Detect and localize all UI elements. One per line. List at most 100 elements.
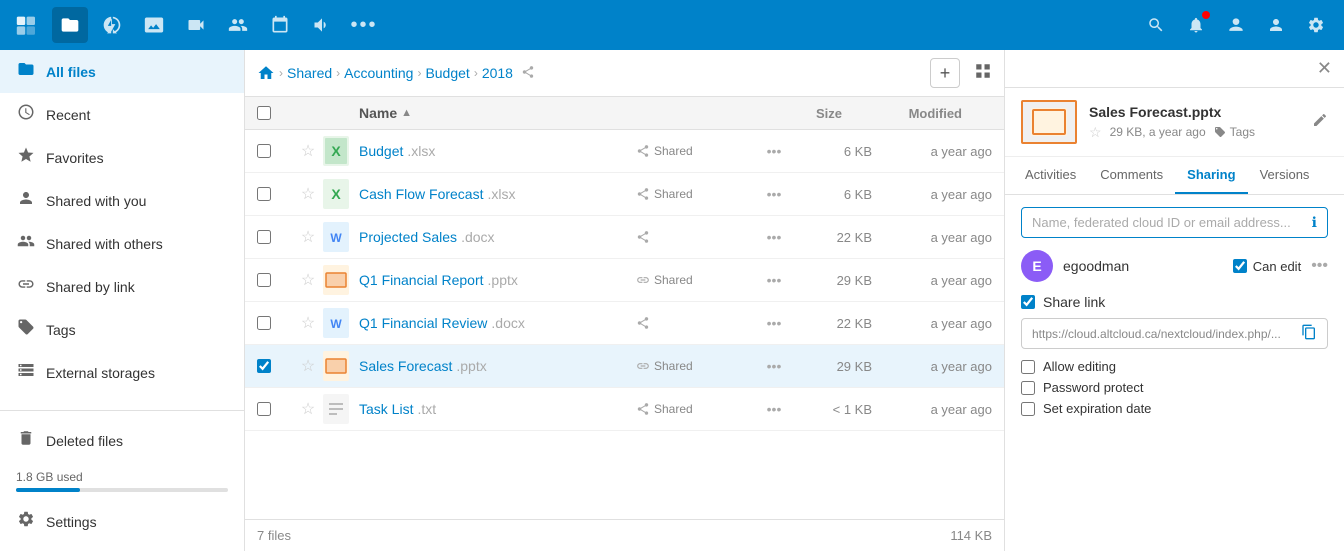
- file-name[interactable]: Sales Forecast.pptx: [359, 358, 636, 374]
- share-link-checkbox[interactable]: [1021, 295, 1035, 309]
- shared-you-icon: [16, 189, 36, 212]
- row-checkbox[interactable]: [257, 402, 293, 416]
- more-actions[interactable]: •••: [756, 143, 792, 159]
- table-row[interactable]: ☆ W Q1 Financial Review.docx ••• 22 KB a…: [245, 302, 1004, 345]
- more-actions[interactable]: •••: [756, 315, 792, 331]
- panel-meta: ☆ 29 KB, a year ago Tags: [1089, 124, 1300, 141]
- nav-contacts-icon[interactable]: [220, 7, 256, 43]
- sidebar-shared-you-label: Shared with you: [46, 193, 146, 209]
- row-checkbox[interactable]: [257, 230, 293, 244]
- breadcrumb-share-icon[interactable]: [521, 65, 535, 82]
- settings-icon[interactable]: [1298, 7, 1334, 43]
- sidebar-item-shared-with-you[interactable]: Shared with you: [0, 179, 244, 222]
- breadcrumb-shared[interactable]: Shared: [287, 65, 332, 81]
- nav-gallery-icon[interactable]: [136, 7, 172, 43]
- file-name[interactable]: Q1 Financial Review.docx: [359, 315, 636, 331]
- search-icon[interactable]: [1138, 7, 1174, 43]
- panel-edit-icon[interactable]: [1312, 112, 1328, 133]
- file-name[interactable]: Cash Flow Forecast.xlsx: [359, 186, 636, 202]
- star-button[interactable]: ☆: [293, 399, 323, 419]
- nav-calendar-icon[interactable]: [262, 7, 298, 43]
- more-actions[interactable]: •••: [756, 358, 792, 374]
- table-row[interactable]: ☆ Sales Forecast.pptx Shared ••• 29 KB: [245, 345, 1004, 388]
- more-actions[interactable]: •••: [756, 272, 792, 288]
- breadcrumb-home[interactable]: [257, 64, 275, 82]
- breadcrumb-2018[interactable]: 2018: [482, 65, 513, 81]
- star-button[interactable]: ☆: [293, 313, 323, 333]
- size-column-header[interactable]: Size: [762, 106, 842, 121]
- sidebar-item-tags[interactable]: Tags: [0, 308, 244, 351]
- sidebar-item-favorites[interactable]: Favorites: [0, 136, 244, 179]
- tab-sharing[interactable]: Sharing: [1175, 157, 1247, 194]
- sidebar-tags-label: Tags: [46, 322, 76, 338]
- star-button[interactable]: ☆: [293, 227, 323, 247]
- storage-used-label: 1.8 GB used: [16, 470, 83, 484]
- breadcrumb-accounting[interactable]: Accounting: [344, 65, 413, 81]
- tab-activities[interactable]: Activities: [1013, 157, 1088, 194]
- sidebar-item-settings[interactable]: Settings: [0, 500, 244, 543]
- select-all-input[interactable]: [257, 106, 271, 120]
- select-all-checkbox[interactable]: [257, 106, 293, 120]
- tab-versions[interactable]: Versions: [1248, 157, 1322, 194]
- sidebar-item-shared-by-link[interactable]: Shared by link: [0, 265, 244, 308]
- table-row[interactable]: ☆ X Budget.xlsx Shared ••• 6 KB: [245, 130, 1004, 173]
- file-list: Name ▲ Size Modified ☆: [245, 97, 1004, 519]
- more-actions[interactable]: •••: [756, 229, 792, 245]
- star-button[interactable]: ☆: [293, 184, 323, 204]
- name-column-header[interactable]: Name ▲: [359, 105, 606, 121]
- sidebar-item-all-files[interactable]: All files: [0, 50, 244, 93]
- svg-text:X: X: [331, 143, 341, 159]
- notifications-icon[interactable]: [1178, 7, 1214, 43]
- user-avatar-icon[interactable]: [1218, 7, 1254, 43]
- nav-video-icon[interactable]: [178, 7, 214, 43]
- table-row[interactable]: ☆ Task List.txt Shared •••: [245, 388, 1004, 431]
- share-user-more-button[interactable]: •••: [1311, 257, 1328, 275]
- app-logo[interactable]: [10, 7, 46, 43]
- file-name[interactable]: Q1 Financial Report.pptx: [359, 272, 636, 288]
- nav-more-icon[interactable]: •••: [346, 7, 382, 43]
- panel-tags-button[interactable]: Tags: [1214, 125, 1255, 139]
- file-name[interactable]: Task List.txt: [359, 401, 636, 417]
- copy-link-button[interactable]: [1301, 324, 1317, 343]
- panel-star-icon[interactable]: ☆: [1089, 124, 1102, 141]
- sidebar-item-shared-with-others[interactable]: Shared with others: [0, 222, 244, 265]
- file-name[interactable]: Projected Sales.docx: [359, 229, 636, 245]
- link-icon: [16, 275, 36, 298]
- star-button[interactable]: ☆: [293, 141, 323, 161]
- table-row[interactable]: ☆ W Projected Sales.docx ••• 22 KB a yea…: [245, 216, 1004, 259]
- nav-audio-icon[interactable]: [304, 7, 340, 43]
- can-edit-checkbox[interactable]: [1233, 259, 1247, 273]
- star-button[interactable]: ☆: [293, 270, 323, 290]
- nav-activity-icon[interactable]: [94, 7, 130, 43]
- file-modified: a year ago: [872, 316, 992, 331]
- table-row[interactable]: ☆ Q1 Financial Report.pptx Shared •••: [245, 259, 1004, 302]
- add-new-button[interactable]: +: [930, 58, 960, 88]
- more-actions[interactable]: •••: [756, 401, 792, 417]
- sidebar-item-recent[interactable]: Recent: [0, 93, 244, 136]
- sidebar-item-external-storages[interactable]: External storages: [0, 351, 244, 394]
- breadcrumb-budget[interactable]: Budget: [425, 65, 469, 81]
- file-name[interactable]: Budget.xlsx: [359, 143, 636, 159]
- allow-editing-checkbox[interactable]: [1021, 360, 1035, 374]
- row-checkbox[interactable]: [257, 316, 293, 330]
- tab-comments[interactable]: Comments: [1088, 157, 1175, 194]
- row-checkbox[interactable]: [257, 359, 293, 373]
- row-checkbox[interactable]: [257, 273, 293, 287]
- password-protect-checkbox[interactable]: [1021, 381, 1035, 395]
- modified-column-header[interactable]: Modified: [842, 106, 962, 121]
- table-row[interactable]: ☆ X Cash Flow Forecast.xlsx Shared ••• 6…: [245, 173, 1004, 216]
- panel-file-info: Sales Forecast.pptx ☆ 29 KB, a year ago …: [1089, 104, 1300, 141]
- share-input[interactable]: [1032, 215, 1312, 230]
- sidebar-item-deleted-files[interactable]: Deleted files: [0, 419, 244, 462]
- row-checkbox[interactable]: [257, 187, 293, 201]
- person-icon[interactable]: [1258, 7, 1294, 43]
- more-actions[interactable]: •••: [756, 186, 792, 202]
- set-expiration-checkbox[interactable]: [1021, 402, 1035, 416]
- star-button[interactable]: ☆: [293, 356, 323, 376]
- nav-files-icon[interactable]: [52, 7, 88, 43]
- panel-close-button[interactable]: ✕: [1317, 58, 1332, 79]
- panel-file-preview: Sales Forecast.pptx ☆ 29 KB, a year ago …: [1005, 88, 1344, 157]
- row-checkbox[interactable]: [257, 144, 293, 158]
- view-toggle-button[interactable]: [974, 62, 992, 85]
- file-type-icon: [323, 351, 359, 381]
